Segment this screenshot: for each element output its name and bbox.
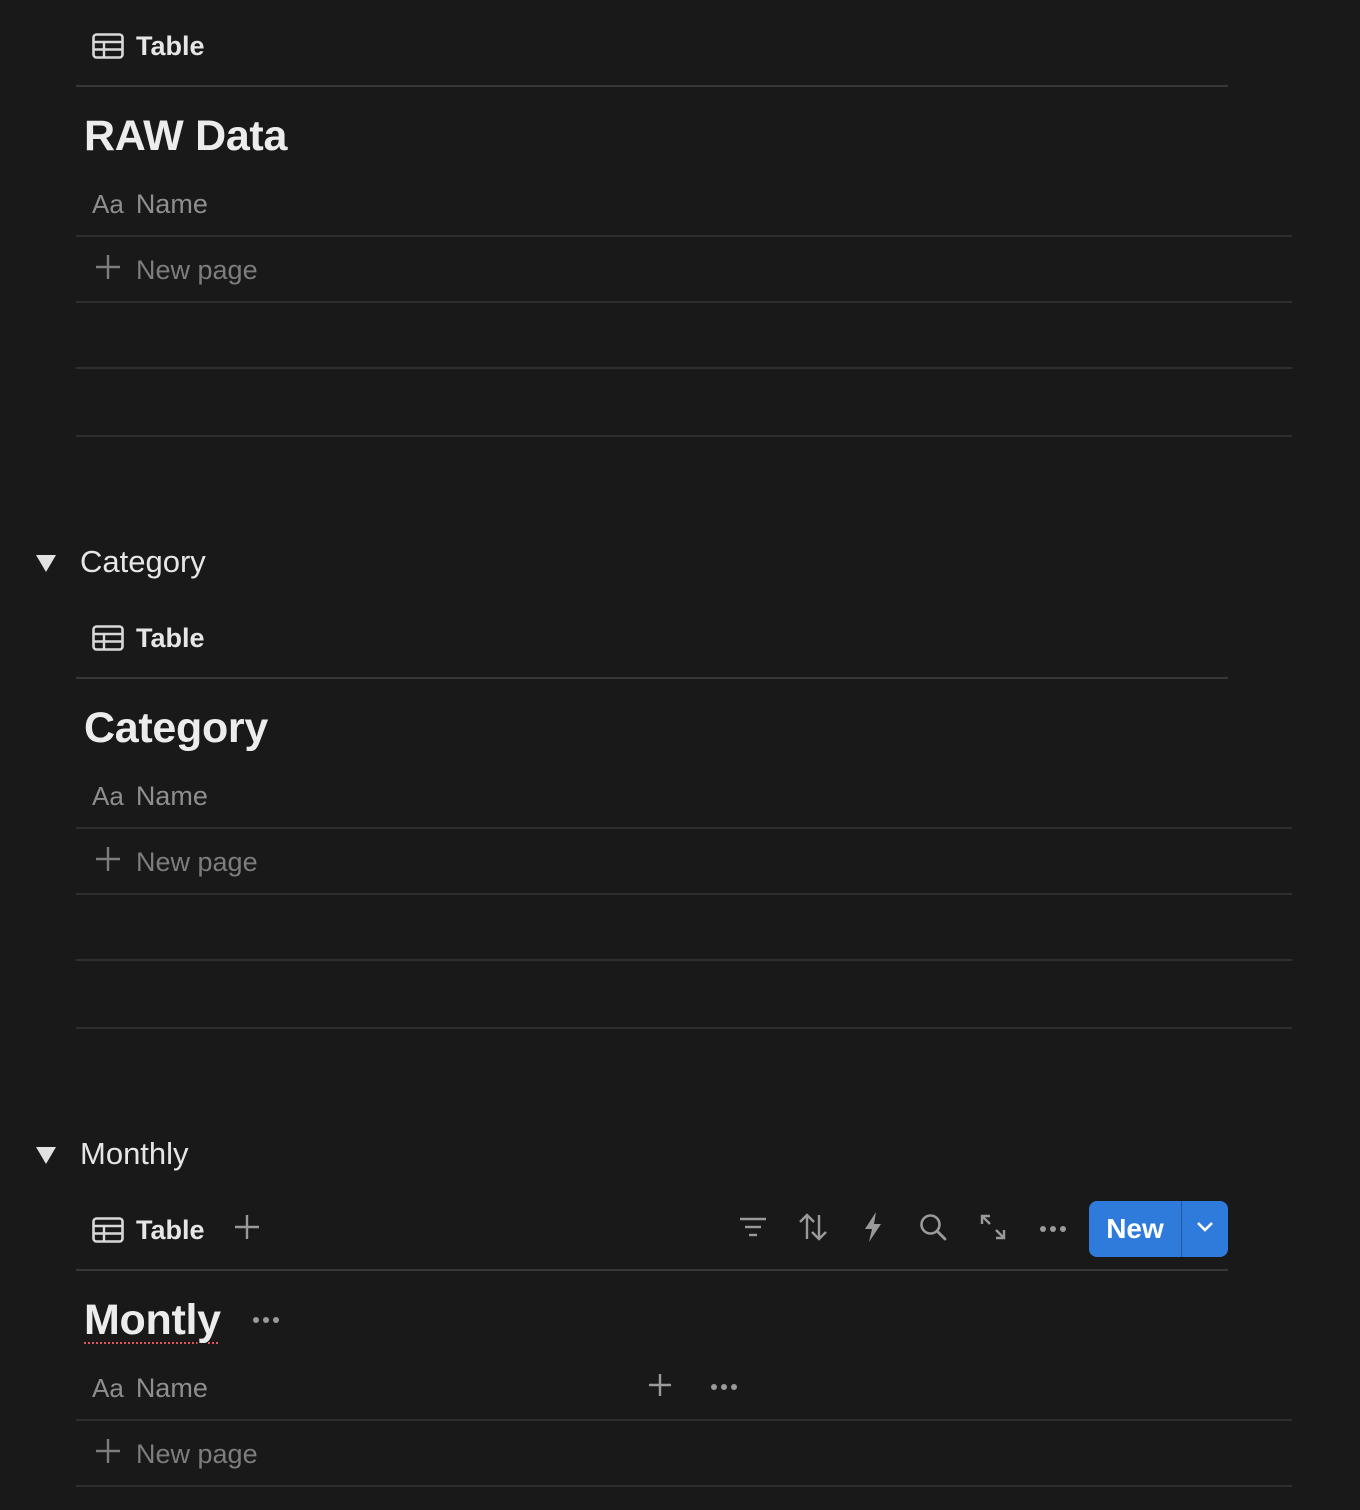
more-options-button[interactable] [1031, 1207, 1075, 1251]
more-icon [1039, 1220, 1067, 1238]
new-page-row[interactable]: New page [94, 1434, 258, 1474]
tab-divider [76, 677, 1228, 679]
tab-divider [76, 1269, 1228, 1271]
row-divider [76, 301, 1292, 303]
more-icon [252, 1311, 280, 1329]
raw-table-view-tab[interactable]: Table [92, 26, 205, 66]
search-icon [919, 1213, 947, 1246]
column-label: Name [135, 1372, 208, 1403]
view-tab-label: Table [136, 1214, 205, 1245]
add-property-button[interactable] [638, 1365, 682, 1409]
database-title[interactable]: RAW Data [84, 112, 287, 161]
database-title[interactable]: Montly [84, 1296, 221, 1345]
row-divider [76, 1485, 1292, 1487]
table-icon [92, 33, 124, 59]
column-more-button[interactable] [702, 1365, 746, 1409]
new-page-label: New page [136, 1438, 258, 1469]
tab-divider [76, 85, 1228, 87]
row-divider [76, 1027, 1292, 1029]
row-divider [76, 235, 1292, 237]
new-button[interactable]: New [1089, 1201, 1181, 1257]
row-divider [76, 435, 1292, 437]
new-button-group: New [1089, 1201, 1228, 1257]
row-divider [76, 367, 1292, 369]
plus-icon [94, 845, 136, 880]
add-view-button[interactable] [225, 1207, 269, 1251]
name-column-header[interactable]: Aa Name [92, 184, 208, 224]
row-divider [76, 893, 1292, 895]
sort-button[interactable] [791, 1207, 835, 1251]
view-tab-label: Table [136, 30, 205, 61]
text-property-icon: Aa [92, 780, 124, 811]
filter-button[interactable] [731, 1207, 775, 1251]
table-icon [92, 625, 124, 651]
name-column-header[interactable]: Aa Name [92, 1368, 208, 1408]
new-page-row[interactable]: New page [94, 250, 258, 290]
search-button[interactable] [911, 1207, 955, 1251]
automation-button[interactable] [851, 1207, 895, 1251]
new-page-label: New page [136, 846, 258, 877]
plus-icon [94, 1437, 136, 1472]
database-title[interactable]: Category [84, 704, 268, 753]
plus-icon [94, 253, 136, 288]
name-column-header[interactable]: Aa Name [92, 776, 208, 816]
text-property-icon: Aa [92, 188, 124, 219]
filter-icon [739, 1216, 767, 1243]
toggle-arrow-icon[interactable] [36, 555, 56, 572]
more-icon [710, 1378, 738, 1396]
column-label: Name [135, 780, 208, 811]
table-icon [92, 1217, 124, 1243]
column-label: Name [135, 188, 208, 219]
monthly-table-view-tab[interactable]: Table [92, 1210, 205, 1250]
row-divider [76, 1419, 1292, 1421]
view-tab-label: Table [136, 622, 205, 653]
expand-icon [979, 1213, 1007, 1246]
plus-icon [648, 1373, 672, 1402]
new-page-row[interactable]: New page [94, 842, 258, 882]
new-dropdown-button[interactable] [1182, 1201, 1228, 1257]
text-property-icon: Aa [92, 1372, 124, 1403]
lightning-icon [862, 1211, 884, 1247]
sort-icon [798, 1212, 828, 1246]
category-table-view-tab[interactable]: Table [92, 618, 205, 658]
monthly-toggle-heading[interactable]: Monthly [80, 1136, 189, 1172]
expand-button[interactable] [971, 1207, 1015, 1251]
category-toggle-heading[interactable]: Category [80, 544, 206, 580]
row-divider [76, 959, 1292, 961]
row-divider [76, 827, 1292, 829]
plus-icon [234, 1214, 260, 1245]
chevron-down-icon [1196, 1220, 1214, 1238]
new-page-label: New page [136, 254, 258, 285]
database-title-text: Montly [84, 1296, 221, 1344]
title-more-button[interactable] [244, 1298, 288, 1342]
toggle-arrow-icon[interactable] [36, 1147, 56, 1164]
